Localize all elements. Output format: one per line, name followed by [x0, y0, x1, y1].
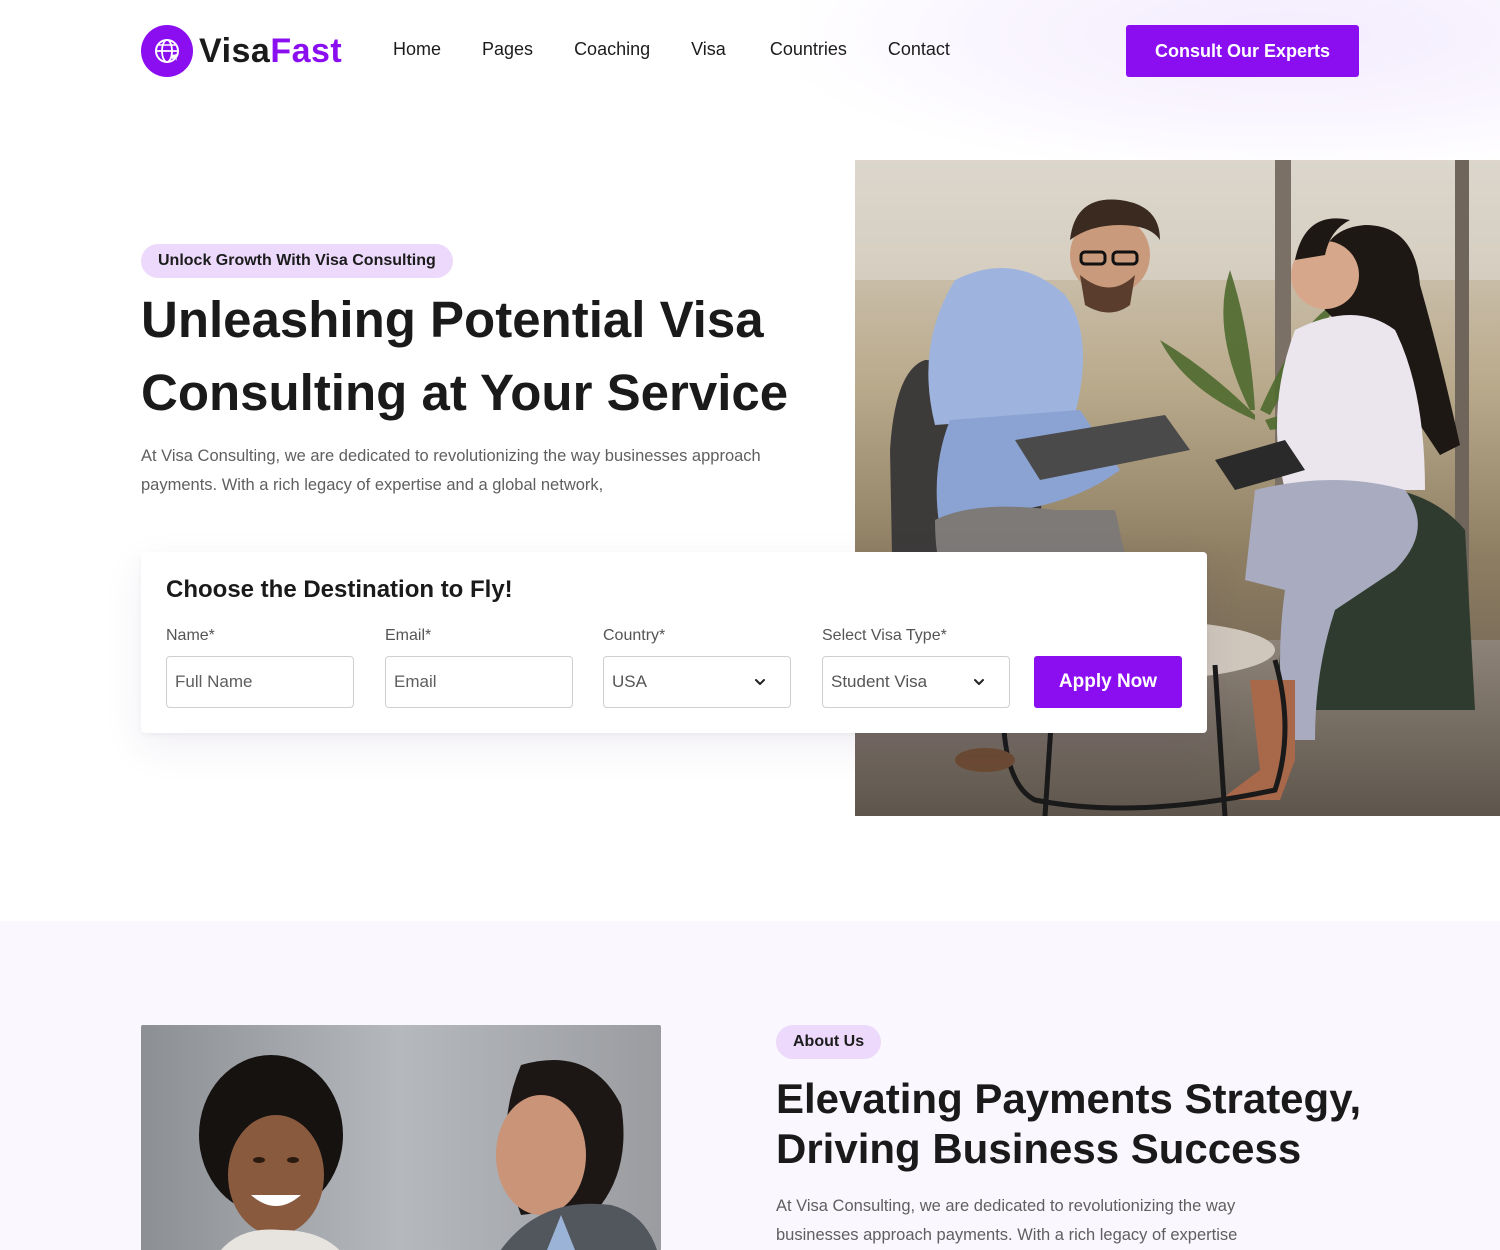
about-meeting-photo [141, 1025, 661, 1250]
country-select[interactable]: USA [603, 656, 791, 708]
hero-tag: Unlock Growth With Visa Consulting [141, 244, 453, 278]
name-input[interactable] [175, 672, 345, 692]
nav-item-visa[interactable]: Visa [691, 39, 726, 60]
about-tag: About Us [776, 1025, 882, 1059]
brand-name: VisaFast [199, 32, 342, 71]
destination-form-card: Choose the Destination to Fly! Name* Ema… [141, 552, 1207, 733]
name-label: Name* [166, 627, 215, 644]
email-label: Email* [385, 627, 432, 644]
country-label: Country* [603, 627, 666, 644]
nav-item-home[interactable]: Home [393, 39, 441, 60]
site-header: VisaFast Home Pages Coaching Visa Countr… [0, 0, 1500, 170]
email-input[interactable] [394, 672, 564, 692]
nav-item-contact[interactable]: Contact [888, 39, 950, 60]
about-description: At Visa Consulting, we are dedicated to … [776, 1197, 1238, 1244]
visa-type-label: Select Visa Type* [822, 627, 947, 644]
brand-logo[interactable]: VisaFast [141, 25, 342, 77]
about-title: Elevating Payments Strategy, Driving Bus… [776, 1075, 1362, 1172]
nav-item-countries[interactable]: Countries [770, 39, 847, 60]
consult-experts-button[interactable]: Consult Our Experts [1126, 25, 1359, 77]
name-field-wrapper [166, 656, 354, 708]
globe-plane-icon [141, 25, 193, 77]
chevron-down-icon [755, 679, 765, 685]
form-title: Choose the Destination to Fly! [166, 576, 513, 603]
visa-type-select-value: Student Visa [831, 672, 928, 691]
chevron-down-icon [974, 679, 984, 685]
main-nav: Home Pages Coaching Visa Countries Conta… [393, 39, 991, 60]
hero-description: At Visa Consulting, we are dedicated to … [141, 447, 761, 494]
visa-type-select[interactable]: Student Visa [822, 656, 1010, 708]
nav-item-coaching[interactable]: Coaching [574, 39, 650, 60]
brand-name-part1: Visa [199, 31, 271, 70]
about-section: About Us Elevating Payments Strategy, Dr… [0, 921, 1500, 1250]
nav-item-pages[interactable]: Pages [482, 39, 533, 60]
hero-title: Unleashing Potential Visa Consulting at … [141, 291, 789, 421]
country-select-value: USA [612, 672, 647, 691]
brand-name-part2: Fast [270, 31, 343, 70]
apply-now-button[interactable]: Apply Now [1034, 656, 1182, 708]
email-field-wrapper [385, 656, 573, 708]
